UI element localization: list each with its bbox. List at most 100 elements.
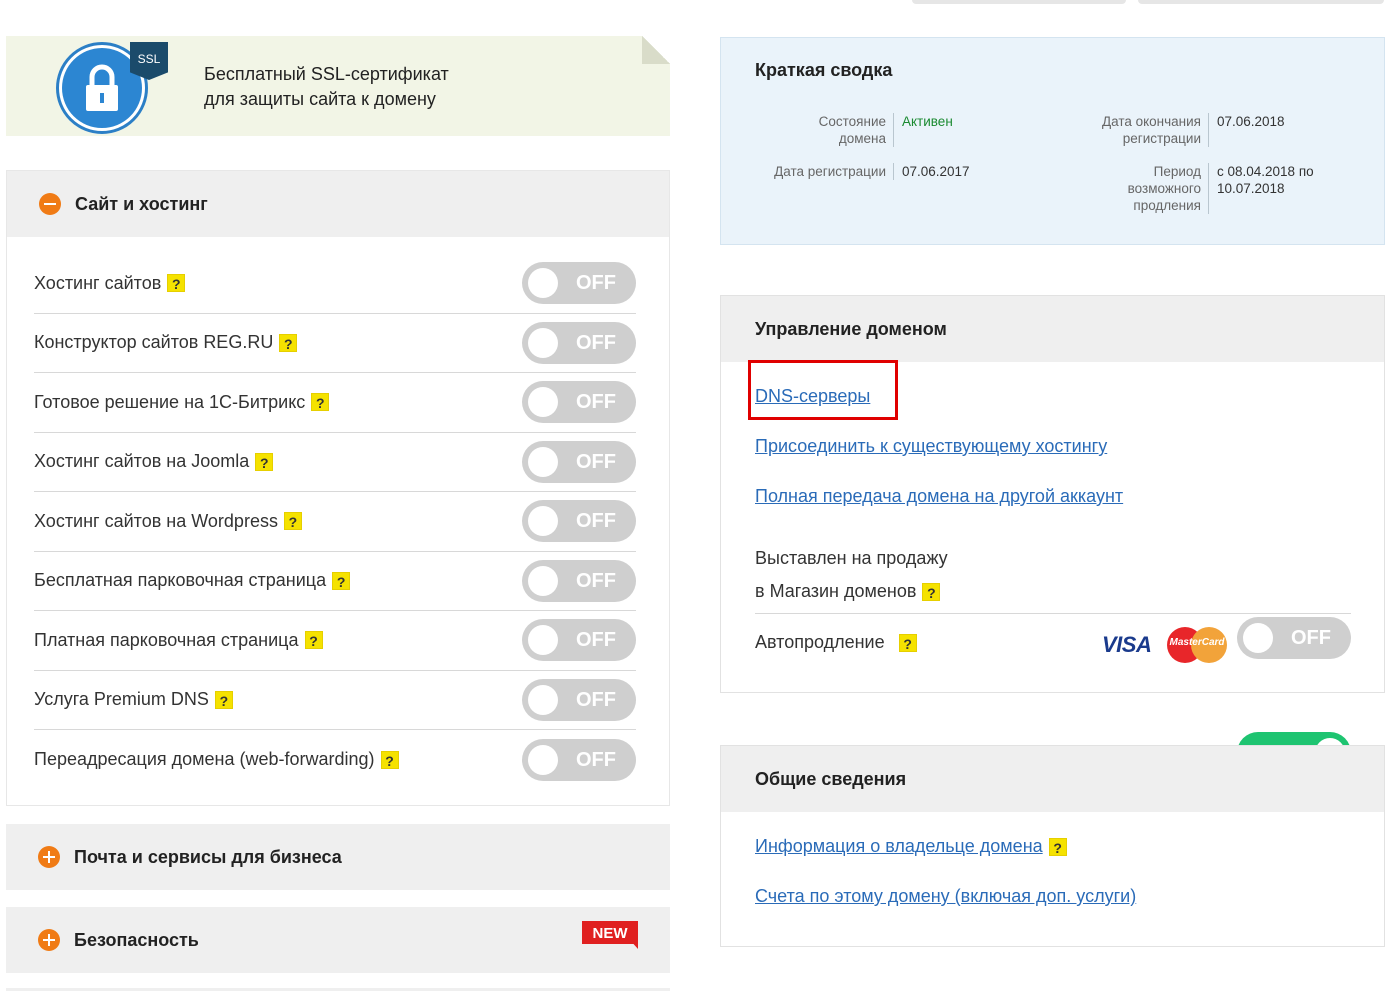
hosting-section-title: Сайт и хостинг	[75, 193, 208, 214]
toggle-knob	[528, 744, 558, 775]
service-toggle[interactable]: OFF	[522, 738, 636, 781]
toggle-knob	[1243, 623, 1273, 653]
toggle-state: OFF	[576, 510, 616, 533]
toggle-knob	[528, 327, 558, 358]
domain-management-header: Управление доменом	[721, 296, 1384, 362]
help-icon[interactable]: ?	[332, 571, 351, 590]
autorenew-text: Автопродление	[755, 632, 885, 652]
service-toggle[interactable]: OFF	[522, 381, 636, 424]
service-label: Хостинг сайтов на Joomla	[34, 451, 250, 472]
service-row: Услуга Premium DNS? OFF	[34, 671, 636, 730]
help-icon[interactable]: ?	[214, 690, 233, 709]
toggle-knob	[528, 565, 558, 596]
toggle-state: OFF	[1291, 627, 1331, 649]
reg-end-field: Дата окончания регистрации 07.06.2018	[1081, 113, 1285, 147]
service-label: Бесплатная парковочная страница	[34, 570, 327, 591]
collapse-icon[interactable]	[39, 193, 61, 215]
help-icon[interactable]: ?	[255, 452, 274, 471]
service-label: Услуга Premium DNS	[34, 689, 209, 710]
service-label: Переадресация домена (web-forwarding)	[34, 749, 375, 770]
service-row: Платная парковочная страница? OFF	[34, 611, 636, 671]
domain-state-label: Состояние домена	[805, 113, 894, 147]
reg-date-field: Дата регистрации 07.06.2017	[741, 163, 970, 180]
toggle-state: OFF	[576, 272, 616, 295]
row-divider	[755, 613, 1351, 614]
help-icon[interactable]: ?	[167, 274, 186, 293]
top-tab-2[interactable]	[1138, 0, 1384, 4]
general-info-panel: Общие сведения Информация о владельце до…	[720, 745, 1385, 947]
service-row: Бесплатная парковочная страница? OFF	[34, 552, 636, 611]
domain-management-title: Управление доменом	[755, 318, 947, 339]
service-toggle[interactable]: OFF	[522, 262, 636, 305]
service-toggle[interactable]: OFF	[522, 321, 636, 364]
security-section-header[interactable]: Безопасность NEW	[6, 907, 670, 973]
toggle-state: OFF	[576, 629, 616, 652]
toggle-state: OFF	[576, 688, 616, 711]
general-info-title: Общие сведения	[755, 768, 907, 789]
mastercard-text: MasterCard	[1169, 637, 1225, 648]
mail-section-header[interactable]: Почта и сервисы для бизнеса	[6, 824, 670, 890]
security-section-title: Безопасность	[74, 929, 199, 950]
toggle-knob	[528, 625, 558, 656]
owner-info-row: Информация о владельце домена ?	[755, 836, 1067, 857]
help-icon[interactable]: ?	[1048, 837, 1067, 856]
lock-icon	[86, 64, 118, 111]
help-icon[interactable]: ?	[922, 582, 941, 601]
expand-icon[interactable]	[38, 929, 60, 951]
toggle-knob	[528, 506, 558, 537]
for-sale-label: Выставлен на продажу в Магазин доменов?	[755, 542, 948, 608]
visa-icon: VISA	[1102, 632, 1152, 657]
domain-state-field: Состояние домена Активен	[805, 113, 953, 147]
service-label: Хостинг сайтов	[34, 272, 162, 293]
ssl-promo-line1: Бесплатный SSL-сертификат	[204, 64, 449, 84]
service-row: Хостинг сайтов на Wordpress? OFF	[34, 492, 636, 552]
domain-summary-panel: Краткая сводка Состояние домена Активен …	[720, 37, 1385, 245]
ssl-promo-text: Бесплатный SSL-сертификат для защиты сай…	[204, 62, 449, 112]
service-toggle[interactable]: OFF	[522, 619, 636, 662]
toggle-knob	[528, 387, 558, 418]
ssl-promo-banner[interactable]: SSL Бесплатный SSL-сертификат для защиты…	[6, 36, 670, 136]
toggle-state: OFF	[576, 748, 616, 771]
top-tab-1[interactable]	[912, 0, 1126, 4]
mail-section-title: Почта и сервисы для бизнеса	[74, 846, 342, 867]
expand-icon[interactable]	[38, 846, 60, 868]
help-icon[interactable]: ?	[304, 631, 323, 650]
summary-title: Краткая сводка	[755, 60, 893, 80]
service-row: Конструктор сайтов REG.RU? OFF	[34, 314, 636, 373]
reg-end-label: Дата окончания регистрации	[1081, 113, 1209, 147]
service-toggle[interactable]: OFF	[522, 559, 636, 602]
toggle-knob	[528, 684, 558, 715]
service-toggle[interactable]: OFF	[522, 440, 636, 483]
domain-state-value: Активен	[902, 114, 953, 129]
dns-servers-link[interactable]: DNS-серверы	[755, 386, 870, 407]
attach-hosting-link[interactable]: Присоединить к существующему хостингу	[755, 436, 1107, 457]
autorenew-label: Автопродление ?	[755, 632, 917, 653]
toggle-state: OFF	[576, 331, 616, 354]
domain-management-panel: Управление доменом DNS-серверы Присоедин…	[720, 295, 1385, 774]
service-label: Конструктор сайтов REG.RU	[34, 332, 274, 353]
general-info-header: Общие сведения	[721, 746, 1384, 812]
reg-date-label: Дата регистрации	[741, 163, 894, 180]
help-icon[interactable]: ?	[279, 333, 298, 352]
service-label: Готовое решение на 1С-Битрикс	[34, 391, 306, 412]
bills-link[interactable]: Счета по этому домену (включая доп. услу…	[755, 886, 1136, 907]
service-toggle[interactable]: OFF	[522, 678, 636, 721]
service-toggle[interactable]: OFF	[522, 500, 636, 543]
renew-period-field: Период возможного продления с 08.04.2018…	[1081, 163, 1329, 214]
help-icon[interactable]: ?	[311, 393, 330, 412]
service-row: Хостинг сайтов на Joomla? OFF	[34, 433, 636, 492]
owner-info-link[interactable]: Информация о владельце домена	[755, 836, 1043, 857]
toggle-state: OFF	[576, 391, 616, 414]
for-sale-toggle[interactable]: OFF	[1237, 617, 1351, 659]
help-icon[interactable]: ?	[380, 750, 399, 769]
service-label: Платная парковочная страница	[34, 629, 299, 650]
service-label: Хостинг сайтов на Wordpress	[34, 510, 278, 531]
hosting-services-list: Хостинг сайтов? OFF Конструктор сайтов R…	[34, 254, 636, 790]
help-icon[interactable]: ?	[898, 633, 917, 652]
hosting-section-header[interactable]: Сайт и хостинг	[7, 171, 669, 237]
for-sale-line2: в Магазин доменов	[755, 581, 917, 601]
transfer-domain-link[interactable]: Полная передача домена на другой аккаунт	[755, 486, 1123, 507]
mastercard-icon: MasterCard	[1167, 627, 1227, 663]
reg-end-value: 07.06.2018	[1217, 114, 1285, 129]
help-icon[interactable]: ?	[283, 512, 302, 531]
